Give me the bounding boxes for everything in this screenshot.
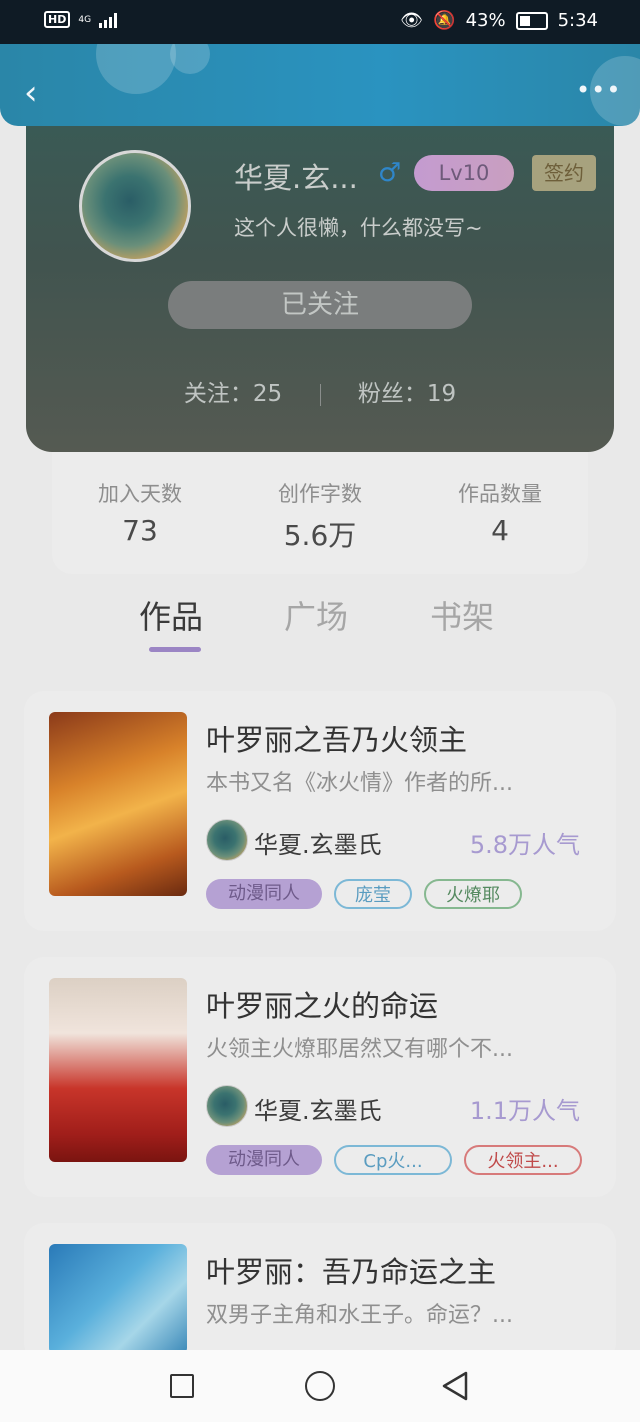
tag[interactable]: 火燎耶 (424, 879, 522, 909)
fans-stat[interactable]: 粉丝：19 (358, 381, 456, 407)
author-name: 华夏.玄墨氏 (254, 1097, 382, 1125)
tab-square[interactable]: 广场 (284, 592, 348, 638)
book-title[interactable]: 叶罗丽之火的命运 (206, 983, 438, 1025)
clock: 5:34 (557, 10, 598, 31)
tag[interactable]: Cp火... (334, 1145, 452, 1175)
avatar[interactable] (79, 150, 191, 262)
stat-works-count: 作品数量 4 (458, 482, 542, 547)
more-dots-icon[interactable]: ••• (576, 76, 620, 106)
divider (319, 383, 321, 406)
following-stat[interactable]: 关注：25 (184, 381, 282, 407)
network-type: 4G (78, 14, 92, 25)
tab-bookshelf[interactable]: 书架 (430, 592, 494, 638)
author-avatar (206, 1085, 248, 1127)
tab-works[interactable]: 作品 (139, 592, 203, 638)
tag[interactable]: 庞莹 (334, 879, 412, 909)
book-title[interactable]: 叶罗丽之吾乃火领主 (206, 717, 467, 759)
battery-percent: 43% (465, 10, 506, 31)
header-bar (0, 44, 640, 126)
signed-badge: 签约 (532, 155, 596, 191)
tag[interactable]: 动漫同人 (206, 879, 322, 909)
level-badge: Lv10 (414, 155, 514, 191)
hd-icon: HD (44, 11, 71, 28)
bell-muted-icon: 🔕 (433, 10, 456, 31)
male-icon: ♂ (378, 158, 402, 188)
tag[interactable]: 火领主... (464, 1145, 582, 1175)
author-name: 华夏.玄墨氏 (254, 831, 382, 859)
book-description: 双男子主角和水王子。命运？... (206, 1303, 513, 1328)
signal-icon (99, 12, 118, 28)
back-icon[interactable] (440, 1370, 470, 1406)
tag[interactable]: 动漫同人 (206, 1145, 322, 1175)
follow-stats: 关注：25 粉丝：19 (26, 374, 614, 408)
status-left: HD 4G (44, 11, 118, 28)
book-title[interactable]: 叶罗丽：吾乃命运之主 (206, 1249, 496, 1291)
book-description: 本书又名《冰火情》作者的所... (206, 771, 513, 796)
battery-icon (515, 11, 548, 30)
follow-button[interactable]: 已关注 (168, 281, 472, 329)
home-icon[interactable] (305, 1371, 335, 1401)
popularity: 5.8万人气 (469, 831, 580, 859)
username: 华夏.玄... (234, 161, 358, 195)
status-bar: HD 4G 👁 🔕 43% 5:34 (0, 0, 640, 44)
book-cover[interactable] (49, 978, 187, 1162)
bio-text: 这个人很懒，什么都没写~ (234, 216, 483, 240)
book-cover[interactable] (49, 712, 187, 896)
book-description: 火领主火燎耶居然又有哪个不... (206, 1037, 513, 1062)
status-right: 👁 🔕 43% 5:34 (400, 10, 598, 31)
popularity: 1.1万人气 (469, 1097, 580, 1125)
stat-word-count: 创作字数 5.6万 (278, 482, 362, 552)
chevron-left-icon[interactable]: ‹ (24, 76, 48, 110)
stat-join-days: 加入天数 73 (98, 482, 182, 547)
recent-apps-icon[interactable] (170, 1374, 194, 1398)
author-avatar (206, 819, 248, 861)
eye-icon: 👁 (400, 10, 424, 31)
book-cover[interactable] (49, 1244, 187, 1354)
tab-indicator (149, 647, 201, 652)
